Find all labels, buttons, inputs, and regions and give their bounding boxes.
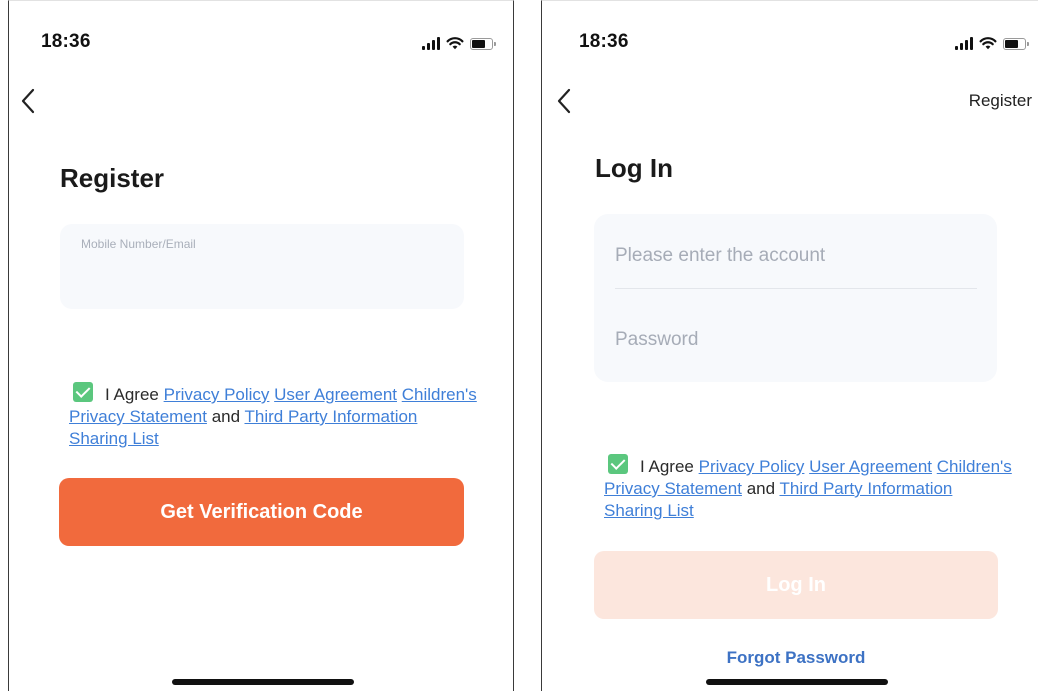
agree-prefix: I Agree xyxy=(640,457,694,476)
user-agreement-link[interactable]: User Agreement xyxy=(809,457,932,476)
page-title: Register xyxy=(60,163,165,193)
register-link[interactable]: Register xyxy=(969,91,1032,111)
cellular-signal-icon xyxy=(422,37,440,50)
privacy-policy-link[interactable]: Privacy Policy xyxy=(699,457,805,476)
home-indicator xyxy=(172,679,354,685)
account-input[interactable]: Please enter the account xyxy=(615,223,977,289)
register-screen: 18:36 Register Mobile Number/Email I Agr… xyxy=(8,0,514,691)
mobile-email-input[interactable]: Mobile Number/Email xyxy=(60,224,464,309)
chevron-left-icon[interactable] xyxy=(554,87,576,115)
agreement-checkbox[interactable] xyxy=(73,382,93,402)
agreement-text: I Agree Privacy Policy User Agreement Ch… xyxy=(69,382,479,450)
agree-and: and xyxy=(746,479,776,498)
agreement-text: I Agree Privacy Policy User Agreement Ch… xyxy=(604,454,1014,522)
forgot-password-link[interactable]: Forgot Password xyxy=(542,648,1038,668)
home-indicator xyxy=(706,679,888,685)
page-title: Log In xyxy=(595,153,673,183)
get-verification-code-button[interactable]: Get Verification Code xyxy=(59,478,464,546)
battery-icon xyxy=(1003,38,1029,50)
status-time: 18:36 xyxy=(579,31,629,52)
status-icons xyxy=(955,34,1029,50)
status-icons xyxy=(422,34,496,50)
agreement-checkbox[interactable] xyxy=(608,454,628,474)
input-placeholder: Mobile Number/Email xyxy=(81,237,196,251)
wifi-icon xyxy=(979,37,997,50)
agree-and: and xyxy=(211,407,241,426)
cellular-signal-icon xyxy=(955,37,973,50)
password-input[interactable]: Password xyxy=(615,315,977,365)
battery-icon xyxy=(470,38,496,50)
forgot-password-label: Forgot Password xyxy=(726,648,866,667)
status-time: 18:36 xyxy=(41,31,91,52)
login-screen: 18:36 Register Log In Please enter the a… xyxy=(541,0,1038,691)
wifi-icon xyxy=(446,37,464,50)
agree-prefix: I Agree xyxy=(105,385,159,404)
login-button[interactable]: Log In xyxy=(594,551,998,619)
chevron-left-icon[interactable] xyxy=(18,87,40,115)
privacy-policy-link[interactable]: Privacy Policy xyxy=(164,385,270,404)
user-agreement-link[interactable]: User Agreement xyxy=(274,385,397,404)
